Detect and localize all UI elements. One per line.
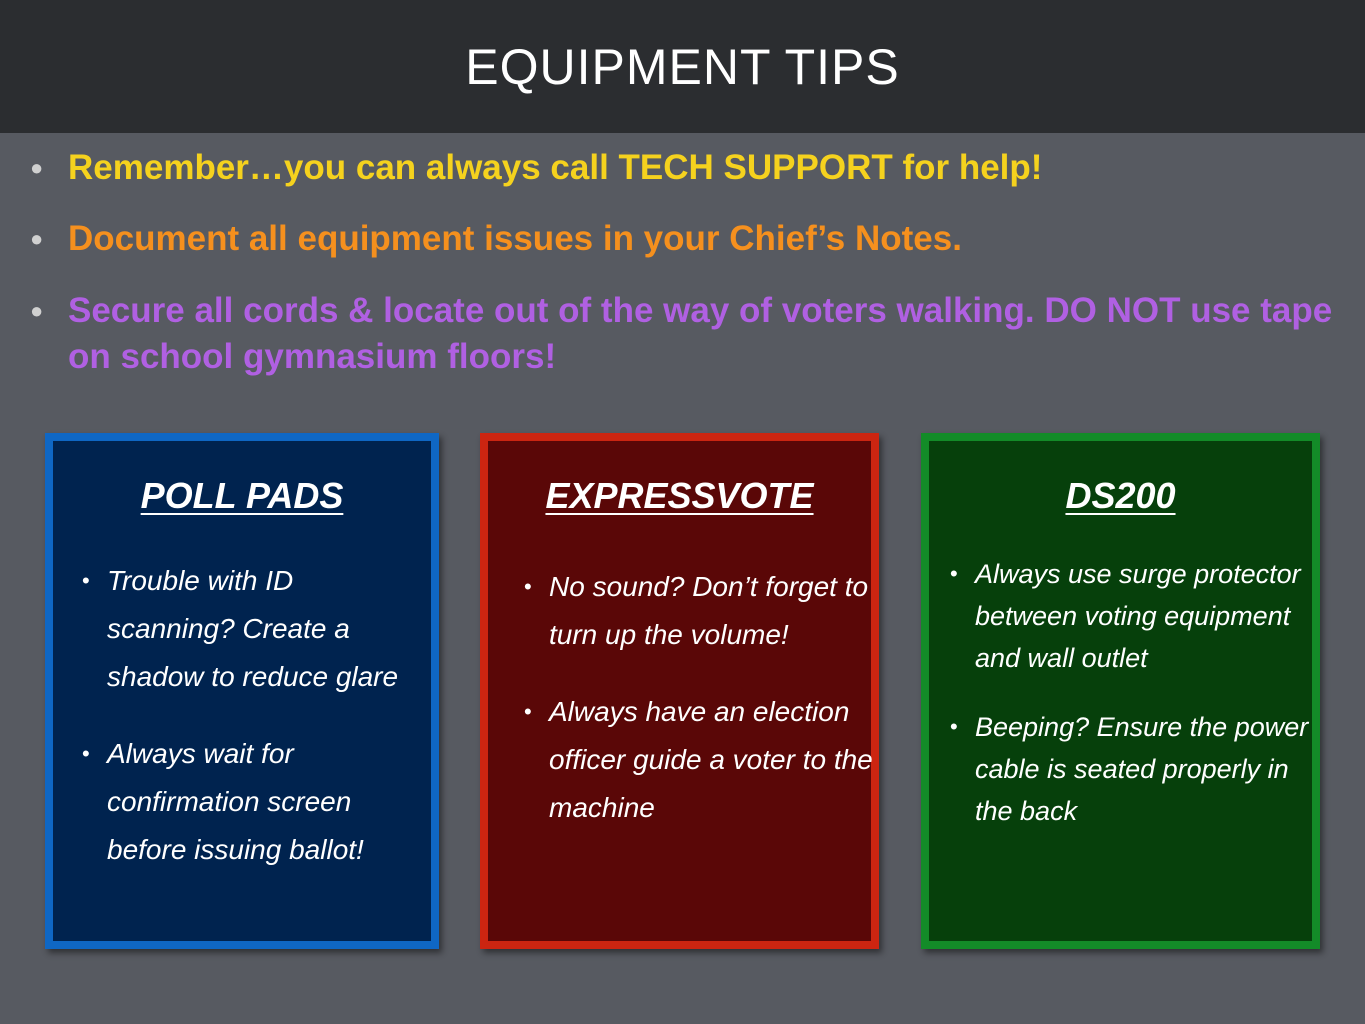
card-poll-pads: POLL PADS • Trouble with ID scanning? Cre… (45, 433, 439, 949)
list-item-text: Always have an election officer guide a … (549, 696, 873, 823)
card-bullet-list: • Trouble with ID scanning? Create a shad… (82, 557, 427, 903)
title-bar: EQUIPMENT TIPS (0, 0, 1365, 133)
bullet-icon: • (82, 741, 90, 766)
bullet-icon: ● (30, 155, 44, 180)
list-item: • No sound? Don’t forget to turn up the v… (524, 563, 874, 659)
list-item: • Always wait for confirmation screen bef… (82, 730, 427, 874)
card-title: POLL PADS (140, 475, 344, 516)
card-bullet-list: • No sound? Don’t forget to turn up the v… (524, 563, 874, 861)
bullet-icon: • (950, 561, 958, 586)
page-title: EQUIPMENT TIPS (465, 38, 900, 95)
list-item: • Always use surge protector between voti… (950, 553, 1320, 679)
bullet-icon: • (524, 574, 532, 599)
card-title: DS200 (1065, 475, 1176, 516)
list-item-text: Trouble with ID scanning? Create a shado… (107, 565, 399, 692)
list-item-text: Always use surge protector between votin… (975, 559, 1301, 673)
card-bullet-list: • Always use surge protector between voti… (950, 553, 1320, 859)
list-item-text: Always wait for confirmation screen befo… (107, 738, 364, 865)
tip-text: Document all equipment issues in your Ch… (68, 219, 962, 258)
card-ds200: DS200 • Always use surge protector betwee… (921, 433, 1320, 949)
bullet-icon: • (950, 714, 958, 739)
bullet-icon: • (524, 699, 532, 724)
list-item: • Trouble with ID scanning? Create a shad… (82, 557, 427, 701)
list-item: • Beeping? Ensure the power cable is seat… (950, 706, 1320, 832)
tip-text: Secure all cords & locate out of the way… (68, 291, 1333, 376)
bullet-icon: ● (30, 298, 44, 323)
tip-text: Remember…you can always call TECH SUPPOR… (68, 148, 1043, 187)
card-title: EXPRESSVOTE (545, 475, 814, 516)
list-item-text: Beeping? Ensure the power cable is seate… (975, 712, 1309, 826)
list-item-text: No sound? Don’t forget to turn up the vo… (549, 571, 869, 650)
bullet-icon: • (82, 568, 90, 593)
card-expressvote: EXPRESSVOTE • No sound? Don’t forget to t… (480, 433, 879, 949)
bullet-icon: ● (30, 226, 44, 251)
list-item: • Always have an election officer guide a… (524, 688, 874, 832)
